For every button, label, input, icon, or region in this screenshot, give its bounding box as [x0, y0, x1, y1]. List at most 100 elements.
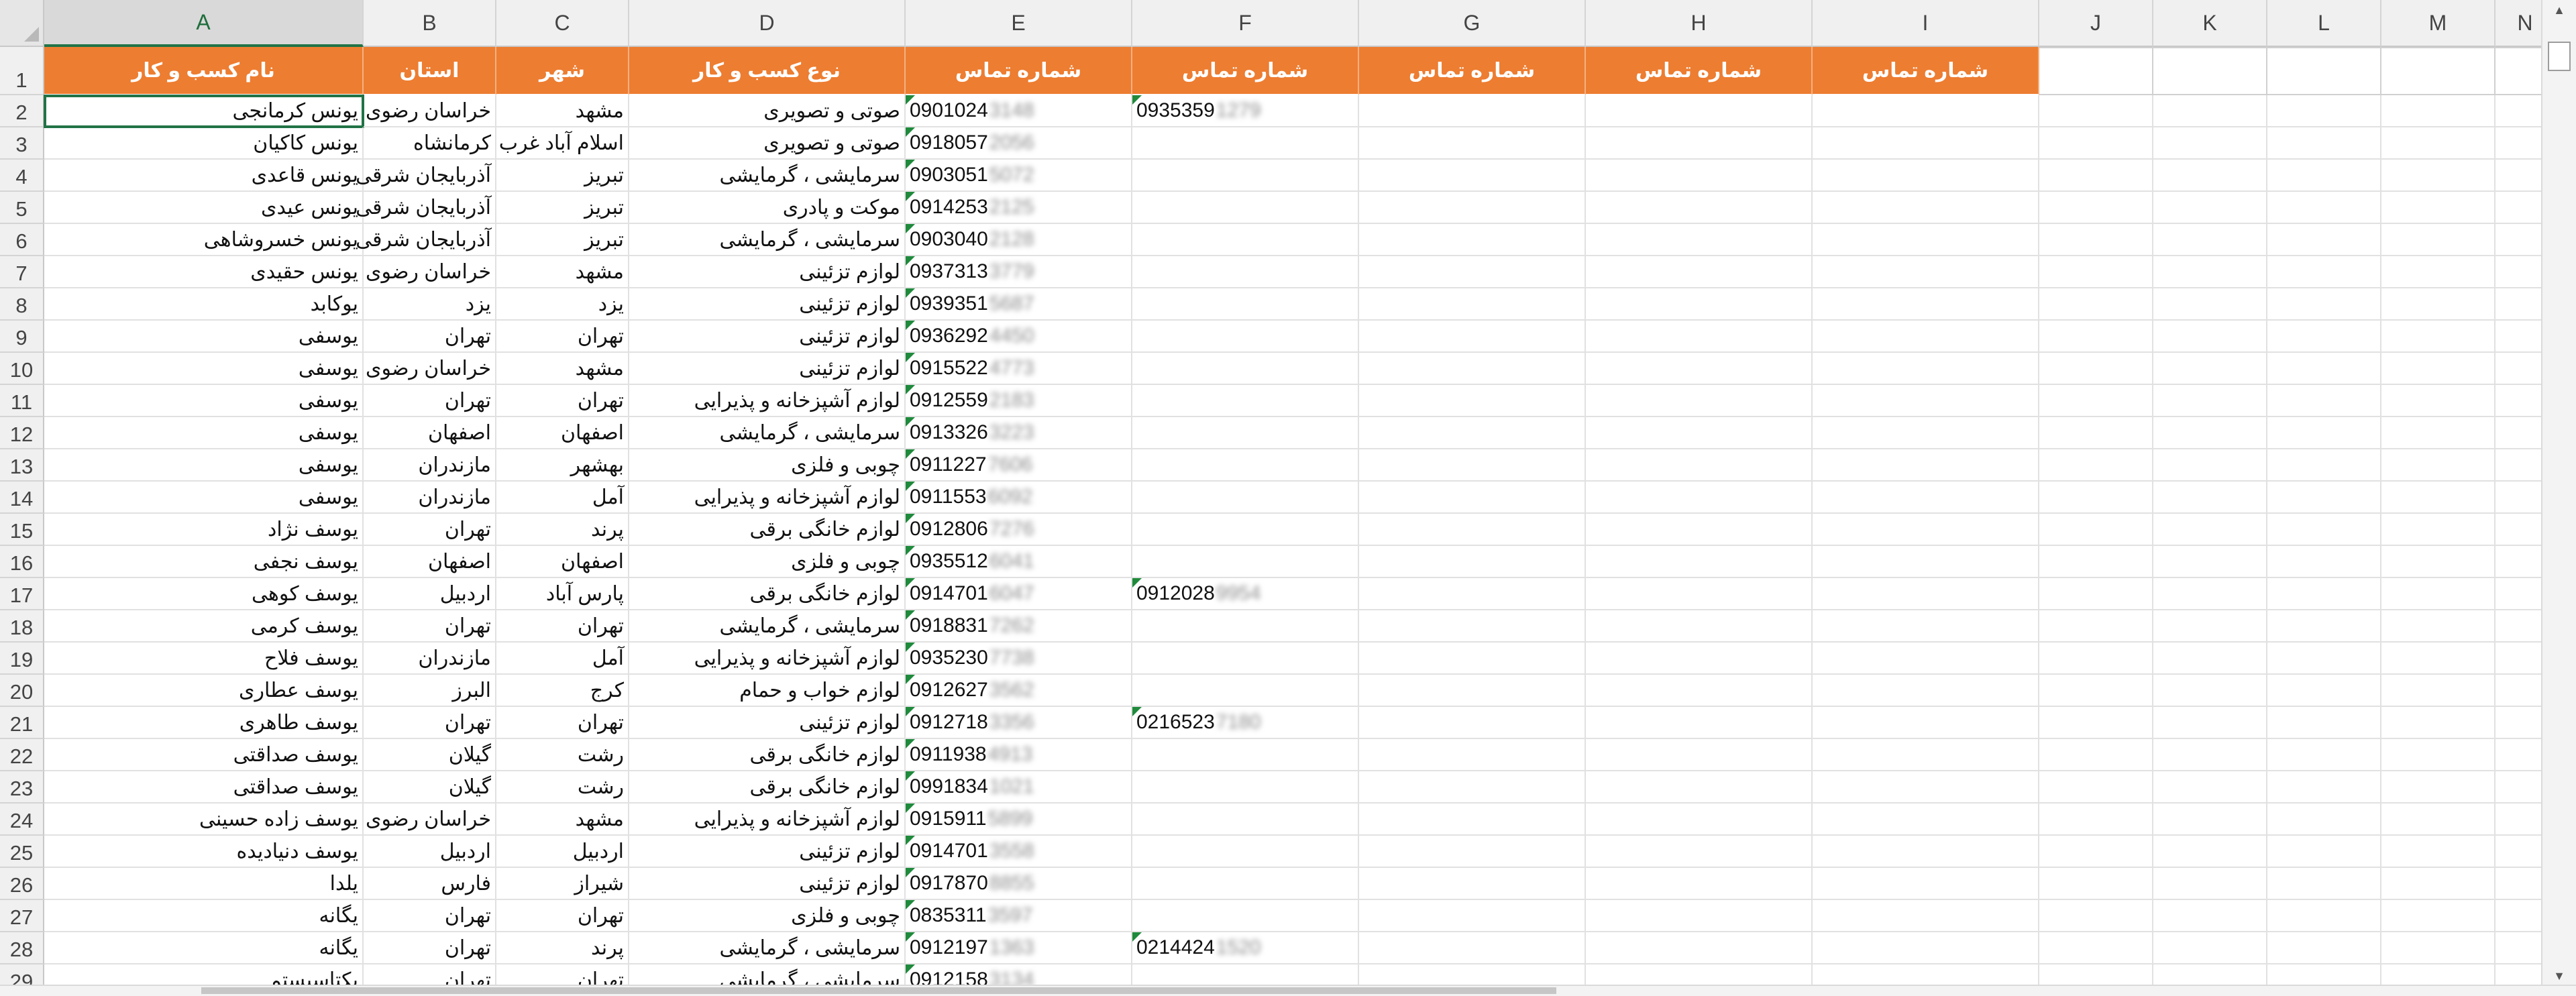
cell-type[interactable]: لوازم آشپزخانه و پذیرایی — [629, 643, 906, 675]
cell-province[interactable]: خراسان رضوی — [364, 353, 496, 385]
cell-l[interactable] — [2267, 224, 2381, 256]
header-cell-l[interactable] — [2267, 47, 2381, 95]
cell-j[interactable] — [2039, 675, 2153, 707]
cell-n[interactable] — [2496, 900, 2542, 932]
cell-l[interactable] — [2267, 868, 2381, 900]
cell-phone[interactable]: 0903051 5072 — [906, 160, 1132, 192]
cell-city[interactable]: مشهد — [496, 804, 629, 836]
cell-type[interactable]: لوازم خواب و حمام — [629, 675, 906, 707]
cell-phone[interactable]: 0912718 3356 — [906, 707, 1132, 739]
cell-h[interactable] — [1586, 353, 1813, 385]
cell-city[interactable]: آمل — [496, 482, 629, 514]
cell-province[interactable]: خراسان رضوی — [364, 95, 496, 127]
cell-g[interactable] — [1359, 514, 1586, 546]
cell-city[interactable]: اسلام آباد غرب — [496, 127, 629, 160]
cell-phone2[interactable] — [1132, 482, 1359, 514]
cell-n[interactable] — [2496, 160, 2542, 192]
cell-province[interactable]: تهران — [364, 321, 496, 353]
cell-name[interactable]: یوسفی — [44, 353, 364, 385]
cell-l[interactable] — [2267, 900, 2381, 932]
cell-n[interactable] — [2496, 95, 2542, 127]
cell-type[interactable]: لوازم آشپزخانه و پذیرایی — [629, 804, 906, 836]
cell-name[interactable]: یوسف کرمی — [44, 610, 364, 643]
cell-i[interactable] — [1813, 127, 2039, 160]
cell-i[interactable] — [1813, 449, 2039, 482]
cell-phone2[interactable]: 0214424 1520 — [1132, 932, 1359, 964]
cell-l[interactable] — [2267, 836, 2381, 868]
cell-phone2[interactable] — [1132, 739, 1359, 771]
cell-phone2[interactable] — [1132, 449, 1359, 482]
cell-phone[interactable]: 0911553 6092 — [906, 482, 1132, 514]
header-cell-j[interactable] — [2039, 47, 2153, 95]
cell-i[interactable] — [1813, 417, 2039, 449]
row-header-16[interactable]: 16 — [0, 546, 44, 578]
row-header-23[interactable]: 23 — [0, 771, 44, 804]
header-cell-h[interactable]: شماره تماس — [1586, 47, 1813, 95]
cell-phone[interactable]: 0936292 4450 — [906, 321, 1132, 353]
cell-g[interactable] — [1359, 932, 1586, 964]
cell-n[interactable] — [2496, 932, 2542, 964]
cell-l[interactable] — [2267, 546, 2381, 578]
cell-k[interactable] — [2153, 224, 2267, 256]
cell-province[interactable]: تهران — [364, 964, 496, 986]
cell-j[interactable] — [2039, 288, 2153, 321]
scroll-up-arrow-icon[interactable]: ▲ — [2542, 0, 2576, 20]
cell-phone[interactable]: 0935230 7738 — [906, 643, 1132, 675]
cell-phone2[interactable] — [1132, 288, 1359, 321]
cell-g[interactable] — [1359, 804, 1586, 836]
row-header-10[interactable]: 10 — [0, 353, 44, 385]
cell-m[interactable] — [2381, 932, 2496, 964]
cell-l[interactable] — [2267, 643, 2381, 675]
cell-n[interactable] — [2496, 610, 2542, 643]
cell-i[interactable] — [1813, 224, 2039, 256]
row-header-8[interactable]: 8 — [0, 288, 44, 321]
row-header-29[interactable]: 29 — [0, 964, 44, 986]
cell-g[interactable] — [1359, 546, 1586, 578]
cell-type[interactable]: سرمایشی ، گرمایشی — [629, 224, 906, 256]
cell-province[interactable]: اردبیل — [364, 836, 496, 868]
header-cell-f[interactable]: شماره تماس — [1132, 47, 1359, 95]
cell-m[interactable] — [2381, 836, 2496, 868]
cell-l[interactable] — [2267, 417, 2381, 449]
cell-n[interactable] — [2496, 707, 2542, 739]
cell-phone2[interactable] — [1132, 192, 1359, 224]
cell-l[interactable] — [2267, 482, 2381, 514]
cell-n[interactable] — [2496, 964, 2542, 986]
cell-m[interactable] — [2381, 385, 2496, 417]
row-header-28[interactable]: 28 — [0, 932, 44, 964]
cell-i[interactable] — [1813, 321, 2039, 353]
header-cell-d[interactable]: نوع کسب و کار — [629, 47, 906, 95]
cell-i[interactable] — [1813, 256, 2039, 288]
row-header-9[interactable]: 9 — [0, 321, 44, 353]
cell-city[interactable]: تهران — [496, 610, 629, 643]
cell-h[interactable] — [1586, 417, 1813, 449]
cell-h[interactable] — [1586, 610, 1813, 643]
cell-type[interactable]: لوازم خانگی برقی — [629, 739, 906, 771]
cell-province[interactable]: اصفهان — [364, 417, 496, 449]
cell-city[interactable]: مشهد — [496, 256, 629, 288]
cell-g[interactable] — [1359, 449, 1586, 482]
cell-type[interactable]: سرمایشی ، گرمایشی — [629, 160, 906, 192]
cell-k[interactable] — [2153, 353, 2267, 385]
cell-g[interactable] — [1359, 643, 1586, 675]
cell-h[interactable] — [1586, 95, 1813, 127]
cell-k[interactable] — [2153, 514, 2267, 546]
cell-i[interactable] — [1813, 900, 2039, 932]
cell-name[interactable]: یوسفی — [44, 482, 364, 514]
cell-k[interactable] — [2153, 385, 2267, 417]
cell-j[interactable] — [2039, 868, 2153, 900]
cell-j[interactable] — [2039, 160, 2153, 192]
cell-type[interactable]: صوتی و تصویری — [629, 95, 906, 127]
cell-i[interactable] — [1813, 836, 2039, 868]
row-header-11[interactable]: 11 — [0, 385, 44, 417]
cell-m[interactable] — [2381, 160, 2496, 192]
cell-name[interactable]: یونس کرمانجی — [44, 95, 364, 128]
cell-city[interactable]: پرند — [496, 514, 629, 546]
column-header-c[interactable]: C — [496, 0, 629, 47]
cell-n[interactable] — [2496, 353, 2542, 385]
cell-name[interactable]: یگانه — [44, 932, 364, 964]
cell-h[interactable] — [1586, 546, 1813, 578]
cell-phone[interactable]: 0912197 1363 — [906, 932, 1132, 964]
cell-phone[interactable]: 0918831 7262 — [906, 610, 1132, 643]
cell-i[interactable] — [1813, 932, 2039, 964]
